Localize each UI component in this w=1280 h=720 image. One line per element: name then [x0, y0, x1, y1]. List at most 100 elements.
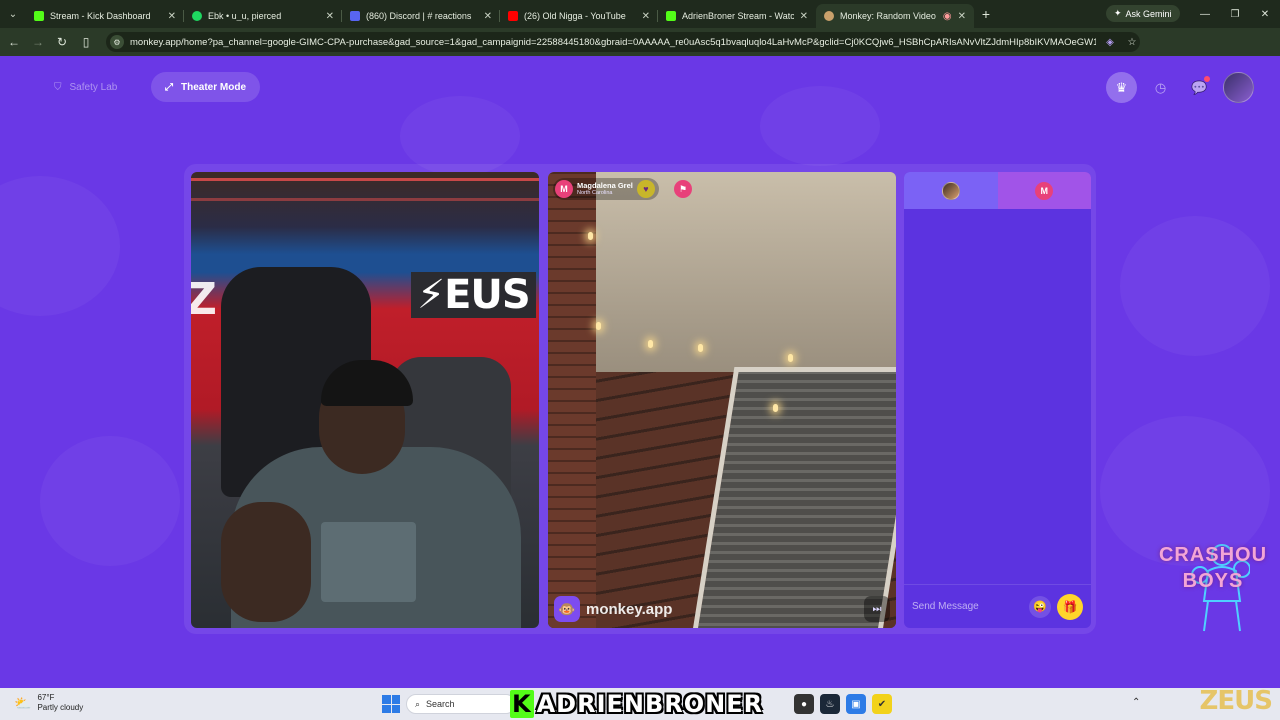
- notification-dot: [1204, 76, 1210, 82]
- report-flag-icon[interactable]: ⚑: [674, 180, 692, 198]
- gift-icon[interactable]: 🎁: [1057, 593, 1083, 620]
- gemini-sparkle-icon: ✦: [1114, 8, 1122, 18]
- history-clock-icon[interactable]: ◷: [1145, 72, 1176, 103]
- tab-search-chevron-icon[interactable]: ⌄: [0, 0, 26, 28]
- steam-icon[interactable]: ♨: [820, 694, 840, 714]
- extension-monkey-icon[interactable]: ◈: [1102, 37, 1118, 48]
- restore-icon[interactable]: ❐: [1220, 0, 1250, 28]
- safety-lab-button[interactable]: ⛉ Safety Lab: [40, 72, 131, 102]
- tab-title: (26) Old Nigga - YouTube: [524, 11, 626, 21]
- skip-next-icon[interactable]: ⏭: [864, 596, 890, 622]
- kick-icon: [34, 11, 44, 21]
- youtube-icon: [508, 11, 518, 21]
- obs-icon[interactable]: ●: [794, 694, 814, 714]
- theater-mode-label: Theater Mode: [181, 81, 247, 93]
- crashout-boys-logo: CRASHOU BOYS: [1158, 544, 1268, 592]
- kick-icon: [666, 11, 676, 21]
- new-tab-plus-icon[interactable]: +: [974, 6, 998, 22]
- monkey-logo-icon: 🐵: [554, 596, 580, 622]
- bookmark-star-icon[interactable]: ☆: [1124, 37, 1140, 48]
- tray-chevron-icon[interactable]: ⌃: [1132, 697, 1140, 708]
- self-avatar: [941, 181, 960, 200]
- tab-discord[interactable]: (860) Discord | # reactions ✕: [342, 4, 500, 28]
- partner-info-tag[interactable]: M Magdalena Grel North Carolina ♥: [553, 178, 659, 200]
- back-arrow-icon[interactable]: ←: [2, 28, 26, 56]
- close-tab-icon[interactable]: ✕: [800, 11, 808, 22]
- weather-condition: Partly cloudy: [37, 703, 84, 712]
- chat-tab-self[interactable]: [904, 172, 998, 209]
- theater-mode-button[interactable]: ⤢ Theater Mode: [151, 72, 261, 102]
- crown-icon[interactable]: ♛: [1106, 72, 1137, 103]
- chat-tabs: M: [904, 172, 1091, 209]
- top-right-actions: ♛ ◷ 💬: [1106, 72, 1254, 103]
- partly-cloudy-icon: ⛅: [14, 694, 32, 711]
- partner-name: Magdalena Grel: [577, 180, 633, 190]
- safety-lab-label: Safety Lab: [69, 81, 118, 93]
- weather-temp: 67°F: [37, 693, 55, 702]
- tab-title: Stream - Kick Dashboard: [50, 11, 151, 21]
- chat-tab-partner[interactable]: M: [997, 172, 1091, 209]
- close-tab-icon[interactable]: ✕: [958, 11, 966, 22]
- browser-tab-bar: ⌄ Stream - Kick Dashboard ✕ Ebk • u_u, p…: [0, 0, 1280, 28]
- taskbar-search-label: Search: [426, 699, 455, 709]
- zeus-logo: ZEUS: [1199, 686, 1273, 716]
- recording-indicator-icon: ◉: [942, 10, 952, 22]
- kick-username-banner: K ADRIENBRONER: [510, 690, 763, 718]
- tab-title: (860) Discord | # reactions: [366, 11, 472, 21]
- close-tab-icon[interactable]: ✕: [326, 11, 334, 22]
- reload-icon[interactable]: ↻: [50, 28, 74, 56]
- windows-start-icon[interactable]: [382, 695, 400, 713]
- weather-widget[interactable]: ⛅ 67°F Partly cloudy: [14, 693, 83, 713]
- tab-youtube[interactable]: (26) Old Nigga - YouTube ✕: [500, 4, 658, 28]
- split-view-icon[interactable]: ▯: [74, 28, 98, 56]
- local-video-feed: Z ⚡EUS: [191, 172, 539, 628]
- forward-arrow-icon[interactable]: →: [26, 28, 50, 56]
- tab-adrienbroner-stream[interactable]: AdrienBroner Stream - Watch L ✕: [658, 4, 816, 28]
- spotify-icon: [192, 11, 202, 21]
- browser-toolbar: ← → ↻ ▯ ⚙ monkey.app/home?pa_channel=goo…: [0, 28, 1280, 77]
- partner-location: North Carolina: [577, 189, 613, 196]
- tab-title: Monkey: Random Video Ch: [840, 11, 937, 21]
- url-text[interactable]: monkey.app/home?pa_channel=google-GIMC-C…: [130, 37, 1096, 48]
- watermark-text: monkey.app: [586, 600, 673, 618]
- window-controls: — ❐ ✕: [1190, 0, 1280, 28]
- send-message-input[interactable]: Send Message: [912, 601, 1029, 612]
- shield-icon: ⛉: [54, 81, 62, 93]
- taskbar-apps: ● ♨ ▣ ✔: [794, 694, 892, 714]
- app-check-icon[interactable]: ✔: [872, 694, 892, 714]
- ask-gemini-label: Ask Gemini: [1125, 8, 1172, 19]
- kick-logo: K: [510, 690, 534, 718]
- tab-title: Ebk • u_u, pierced: [208, 11, 282, 21]
- taskbar-search[interactable]: ⌕ Search: [406, 694, 516, 714]
- user-avatar[interactable]: [1223, 72, 1254, 103]
- tab-ebk[interactable]: Ebk • u_u, pierced ✕: [184, 4, 342, 28]
- close-tab-icon[interactable]: ✕: [484, 11, 492, 22]
- discord-icon: [350, 11, 360, 21]
- tab-monkey-active[interactable]: Monkey: Random Video Ch ◉ ✕: [816, 4, 974, 28]
- site-info-icon[interactable]: ⚙: [110, 35, 124, 49]
- monkey-icon: [824, 11, 834, 21]
- streamer-name: ADRIENBRONER: [536, 690, 764, 718]
- video-chat-stage: Z ⚡EUS M Magdalena Grel North Carolina ♥…: [184, 164, 1096, 634]
- monkey-app-page: ⛉ Safety Lab ⤢ Theater Mode ♛ ◷ 💬 Z ⚡EUS: [0, 56, 1280, 688]
- close-tab-icon[interactable]: ✕: [642, 11, 650, 22]
- partner-chat-avatar: M: [1035, 181, 1054, 200]
- minimize-icon[interactable]: —: [1190, 0, 1220, 28]
- chat-compose-bar: Send Message 😜 🎁: [904, 584, 1091, 628]
- ask-gemini-button[interactable]: ✦ Ask Gemini: [1106, 5, 1180, 22]
- partner-avatar: M: [555, 180, 573, 198]
- close-tab-icon[interactable]: ✕: [168, 11, 176, 22]
- emoji-icon[interactable]: 😜: [1029, 595, 1051, 618]
- monkey-watermark: 🐵 monkey.app: [554, 596, 672, 622]
- close-window-icon[interactable]: ✕: [1250, 0, 1280, 28]
- messages-icon[interactable]: 💬: [1184, 72, 1215, 103]
- photos-icon[interactable]: ▣: [846, 694, 866, 714]
- partner-video-feed: M Magdalena Grel North Carolina ♥ ⚑ 🐵 mo…: [548, 172, 896, 628]
- search-icon: ⌕: [415, 698, 421, 709]
- expand-icon: ⤢: [165, 81, 173, 93]
- tab-title: AdrienBroner Stream - Watch L: [682, 11, 794, 21]
- chat-panel: M Send Message 😜 🎁: [904, 172, 1091, 628]
- tab-kick-dashboard[interactable]: Stream - Kick Dashboard ✕: [26, 4, 184, 28]
- address-bar[interactable]: ⚙ monkey.app/home?pa_channel=google-GIMC…: [106, 32, 1140, 52]
- heart-icon[interactable]: ♥: [636, 180, 655, 198]
